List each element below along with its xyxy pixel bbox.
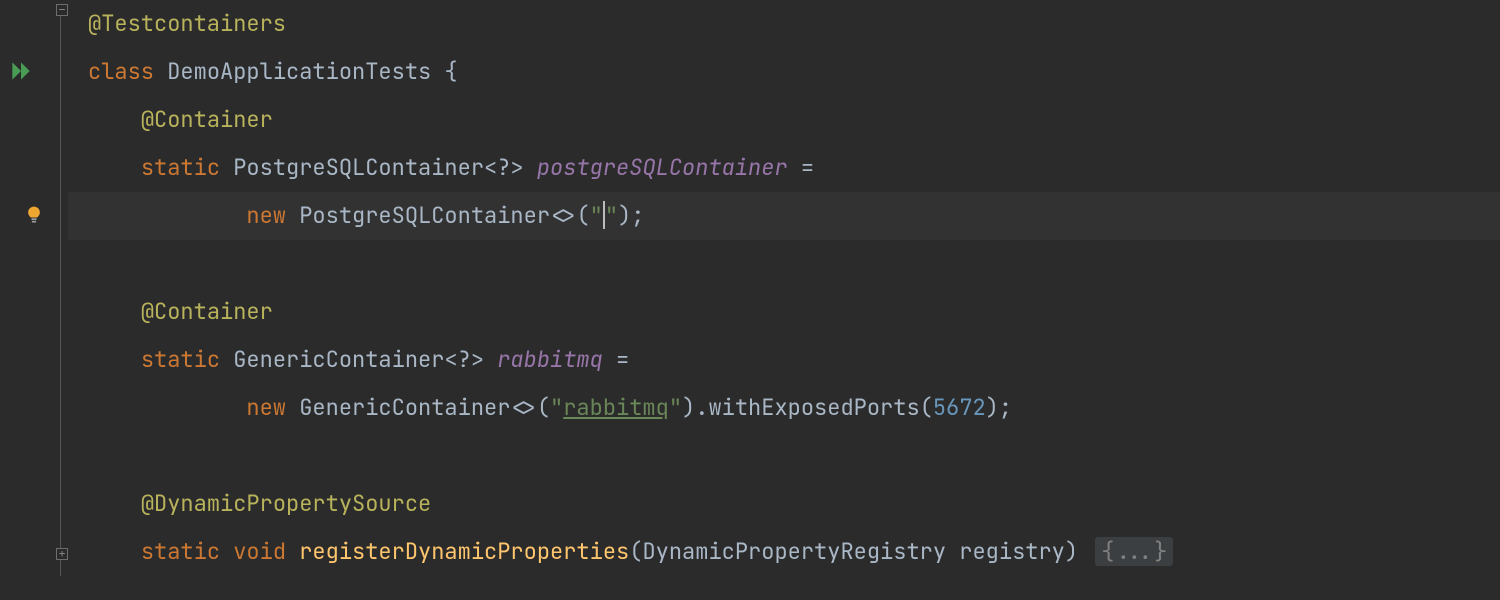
keyword-class: class [88,57,154,86]
type-name: DynamicPropertyRegistry [642,537,946,566]
code-line[interactable]: class DemoApplicationTests { [68,48,1500,96]
constructor: PostgreSQLContainer [299,201,550,230]
editor-gutter: − + [0,0,68,600]
generic: <> [510,393,536,422]
constructor: GenericContainer [299,393,510,422]
code-line[interactable]: static GenericContainer<?> rabbitmq = [68,336,1500,384]
paren-close: ); [986,393,1012,422]
fold-guide-line [60,16,61,576]
method-call: withExposedPorts [708,393,919,422]
keyword-static: static [141,153,220,182]
operator: = [788,153,814,182]
code-editor[interactable]: − + @Testcontainers class DemoApplicatio… [0,0,1500,600]
paren: ( [537,393,550,422]
string-quote: " [605,201,618,230]
code-line[interactable]: static PostgreSQLContainer<?> postgreSQL… [68,144,1500,192]
generic: <?> [484,153,524,182]
generic: <> [550,201,576,230]
code-line-blank[interactable] [68,432,1500,480]
annotation: @Container [141,297,273,326]
field-name: rabbitmq [497,345,603,374]
keyword-new: new [246,201,286,230]
type-name: GenericContainer [233,345,444,374]
string-quote: " [550,393,563,422]
fold-collapse-icon[interactable]: − [0,4,68,16]
method-declaration: registerDynamicProperties [299,537,629,566]
keyword-void: void [233,537,286,566]
text-caret [603,201,605,229]
code-line[interactable]: @Testcontainers [68,0,1500,48]
paren: ( [576,201,589,230]
code-line[interactable]: @Container [68,96,1500,144]
paren: ( [920,393,933,422]
operator: = [603,345,629,374]
code-line[interactable]: @Container [68,288,1500,336]
keyword-static: static [141,345,220,374]
code-area[interactable]: @Testcontainers class DemoApplicationTes… [68,0,1500,600]
string-literal: rabbitmq [563,393,669,422]
paren-close: ); [618,201,644,230]
annotation: @Testcontainers [88,9,286,38]
intention-bulb-icon[interactable] [0,205,68,225]
paren: ( [629,537,642,566]
brace: { [431,57,457,86]
folded-region[interactable]: {...} [1095,537,1173,566]
annotation: @Container [141,105,273,134]
code-line-current[interactable]: new PostgreSQLContainer<>(""); [68,192,1500,240]
run-test-icon[interactable] [0,58,68,84]
keyword-new: new [246,393,286,422]
number-literal: 5672 [933,393,986,422]
fold-expand-icon[interactable]: + [0,548,68,560]
keyword-static: static [141,537,220,566]
code-line-blank[interactable] [68,240,1500,288]
code-line[interactable]: new GenericContainer<>("rabbitmq").withE… [68,384,1500,432]
string-quote: " [590,201,603,230]
field-name: postgreSQLContainer [537,153,788,182]
code-line[interactable]: @DynamicPropertySource [68,480,1500,528]
string-quote: " [669,393,682,422]
annotation: @DynamicPropertySource [141,489,431,518]
generic: <?> [444,345,484,374]
code-line[interactable]: static void registerDynamicProperties(Dy… [68,528,1500,576]
type-name: PostgreSQLContainer [233,153,484,182]
parameter-name: registry [959,537,1065,566]
class-name: DemoApplicationTests [167,57,431,86]
